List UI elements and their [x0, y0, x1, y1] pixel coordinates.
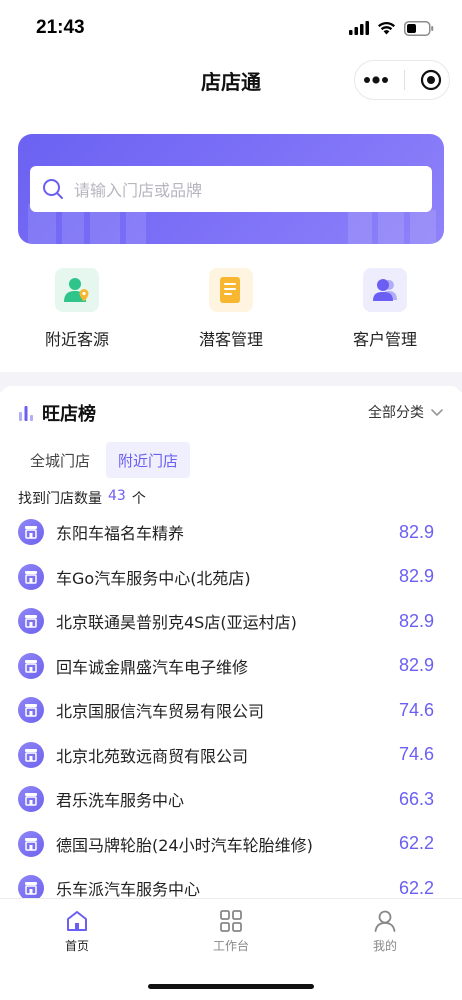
store-name: 东阳车福名车精养: [56, 524, 185, 544]
store-icon: [18, 519, 44, 546]
hot-store-ranking: 旺店榜 全部分类 全城门店 附近门店 找到门店数量 43 个 东阳车福名车精养 …: [0, 386, 462, 898]
store-icon: [18, 786, 44, 813]
tabbar-mine[interactable]: 我的: [308, 899, 462, 1000]
category-filter-label: 全部分类: [368, 405, 424, 421]
store-row[interactable]: 回车诚金鼎盛汽车电子维修 82.9: [18, 644, 444, 689]
store-name: 北京国服信汽车贸易有限公司: [56, 702, 265, 722]
store-score: 82.9: [398, 521, 434, 542]
nav-bar: 店店通: [0, 56, 462, 104]
search-icon: [43, 179, 63, 199]
status-bar: 21:43: [0, 0, 462, 56]
store-score: 82.9: [398, 566, 434, 587]
search-input[interactable]: 请输入门店或品牌: [30, 166, 432, 212]
quick-entry-label: 潜客管理: [198, 330, 263, 349]
quick-entry-label: 附近客源: [44, 330, 109, 349]
store-icon: [18, 741, 44, 768]
mini-program-capsule: [354, 60, 450, 100]
store-score: 66.3: [398, 788, 434, 809]
store-name: 德国马牌轮胎(24小时汽车轮胎维修): [56, 835, 313, 855]
home-icon: [67, 911, 87, 931]
ranking-tabs: 全城门店 附近门店: [18, 442, 191, 478]
store-icon: [18, 563, 44, 590]
quick-entry-customer-management[interactable]: 客户管理: [308, 262, 462, 362]
store-list: 东阳车福名车精养 82.9 车Go汽车服务中心(北苑店) 82.9 北京联通昊普…: [18, 510, 444, 898]
store-icon: [18, 697, 44, 724]
status-time: 21:43: [36, 17, 85, 38]
quick-entry-nearby-customers[interactable]: 附近客源: [0, 262, 154, 362]
customer-location-icon: [55, 268, 99, 312]
store-name: 北京联通昊普别克4S店(亚运村店): [56, 613, 297, 633]
battery-icon: [404, 20, 434, 36]
search-placeholder: 请输入门店或品牌: [74, 181, 203, 200]
store-name: 君乐洗车服务中心: [56, 791, 185, 811]
store-score: 74.6: [398, 744, 434, 765]
home-indicator: [148, 984, 314, 989]
page-title: 店店通: [201, 69, 261, 94]
search-banner: 请输入门店或品牌: [18, 134, 444, 244]
store-name: 回车诚金鼎盛汽车电子维修: [56, 657, 249, 677]
document-list-icon: [209, 268, 253, 312]
user-icon: [374, 910, 396, 932]
store-row[interactable]: 君乐洗车服务中心 66.3: [18, 777, 444, 822]
store-count-suffix: 个: [131, 491, 146, 507]
store-count: 找到门店数量 43 个: [18, 488, 146, 508]
store-row[interactable]: 北京国服信汽车贸易有限公司 74.6: [18, 688, 444, 733]
close-miniprogram-icon[interactable]: [420, 69, 442, 91]
tabbar-label: 我的: [372, 939, 397, 953]
ranking-title: 旺店榜: [42, 404, 96, 425]
users-icon: [363, 268, 407, 312]
store-score: 62.2: [398, 833, 434, 854]
store-score: 74.6: [398, 699, 434, 720]
ranking-header: 旺店榜: [18, 400, 96, 426]
store-row[interactable]: 乐车派汽车服务中心 62.2: [18, 866, 444, 898]
quick-entries: 附近客源 潜客管理 客户管理: [0, 262, 462, 362]
store-row[interactable]: 北京联通昊普别克4S店(亚运村店) 82.9: [18, 599, 444, 644]
wifi-icon: [378, 21, 395, 35]
tab-citywide-stores[interactable]: 全城门店: [18, 442, 102, 478]
category-filter[interactable]: 全部分类: [368, 402, 444, 422]
store-score: 82.9: [398, 610, 434, 631]
store-score: 82.9: [398, 655, 434, 676]
quick-entry-label: 客户管理: [352, 330, 417, 349]
store-icon: [18, 875, 44, 898]
bar-chart-icon: [19, 406, 33, 421]
store-name: 乐车派汽车服务中心: [56, 880, 201, 898]
chevron-down-icon: [431, 409, 443, 416]
store-row[interactable]: 东阳车福名车精养 82.9: [18, 510, 444, 555]
store-name: 北京北苑致远商贸有限公司: [56, 746, 249, 766]
quick-entry-prospect-management[interactable]: 潜客管理: [154, 262, 308, 362]
store-count-number: 43: [108, 488, 126, 504]
tabbar-label: 工作台: [212, 939, 249, 953]
more-icon[interactable]: [363, 76, 389, 84]
store-icon: [18, 830, 44, 857]
grid-icon: [220, 910, 242, 932]
store-icon: [18, 652, 44, 679]
store-row[interactable]: 德国马牌轮胎(24小时汽车轮胎维修) 62.2: [18, 822, 444, 867]
tab-nearby-stores[interactable]: 附近门店: [106, 442, 191, 478]
signal-icon: [349, 21, 369, 35]
capsule-divider: [403, 70, 405, 90]
tabbar-label: 首页: [64, 939, 89, 953]
store-icon: [18, 608, 44, 635]
store-row[interactable]: 北京北苑致远商贸有限公司 74.6: [18, 733, 444, 778]
store-name: 车Go汽车服务中心(北苑店): [56, 568, 251, 588]
store-row[interactable]: 车Go汽车服务中心(北苑店) 82.9: [18, 555, 444, 600]
tabbar-home[interactable]: 首页: [0, 899, 154, 1000]
store-score: 62.2: [398, 877, 434, 898]
status-icons: [349, 20, 434, 36]
store-count-prefix: 找到门店数量: [18, 491, 102, 507]
